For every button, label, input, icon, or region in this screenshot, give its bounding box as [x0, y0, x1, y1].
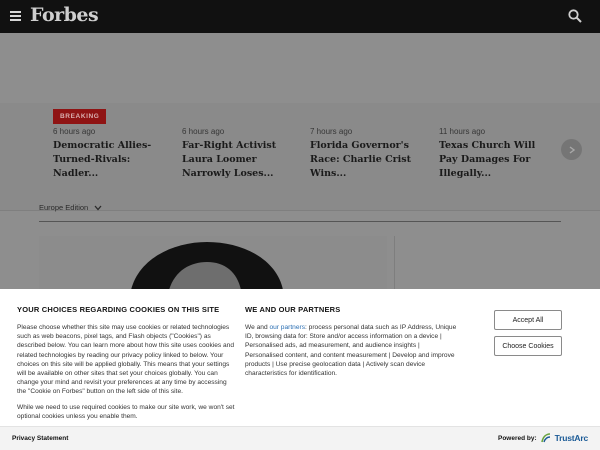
trustarc-label[interactable]: TrustArc — [555, 433, 589, 443]
forbes-logo[interactable]: Forbes — [30, 4, 99, 26]
partners-prefix: We and — [245, 324, 270, 331]
story-headline[interactable]: Far-Right Activist Laura Loomer Narrowly… — [182, 139, 300, 181]
breaking-story[interactable]: 6 hours ago Far-Right Activist Laura Loo… — [182, 127, 300, 181]
breaking-story[interactable]: 11 hours ago Texas Church Will Pay Damag… — [439, 127, 551, 181]
privacy-statement-link[interactable]: Privacy Statement — [12, 435, 68, 442]
hamburger-menu-icon[interactable] — [10, 11, 21, 21]
breaking-story[interactable]: 6 hours ago Democratic Allies-Turned-Riv… — [53, 127, 171, 181]
story-headline[interactable]: Florida Governor's Race: Charlie Crist W… — [310, 139, 428, 181]
carousel-next-button[interactable] — [561, 139, 582, 160]
chevron-down-icon — [94, 205, 102, 210]
story-time: 6 hours ago — [53, 127, 96, 136]
hero-image[interactable] — [39, 236, 387, 290]
cookie-choices-text: Please choose whether this site may use … — [17, 324, 234, 396]
partners-body: : process personal data such as IP Addre… — [245, 324, 457, 378]
edition-label: Europe Edition — [39, 203, 89, 212]
cookie-footer: Privacy Statement Powered by: TrustArc — [0, 426, 600, 450]
our-partners-link[interactable]: our partners — [269, 324, 305, 331]
story-headline[interactable]: Texas Church Will Pay Damages For Illega… — [439, 139, 551, 181]
edition-selector[interactable]: Europe Edition — [39, 203, 102, 212]
top-nav-bar: Forbes — [0, 0, 600, 33]
chevron-right-icon — [569, 145, 575, 154]
story-headline[interactable]: Democratic Allies-Turned-Rivals: Nadler.… — [53, 139, 171, 181]
story-time: 6 hours ago — [182, 127, 225, 136]
ad-placeholder — [0, 33, 600, 103]
accept-all-button[interactable]: Accept All — [494, 310, 562, 330]
partners-title: WE AND OUR PARTNERS — [245, 305, 341, 314]
trustarc-logo-icon — [540, 433, 550, 443]
cookie-consent-banner: YOUR CHOICES REGARDING COOKIES ON THIS S… — [0, 289, 600, 450]
cookie-required-text: While we need to use required cookies to… — [17, 404, 235, 421]
search-icon[interactable] — [568, 9, 582, 23]
powered-by: Powered by: TrustArc — [498, 433, 588, 443]
story-time: 7 hours ago — [310, 127, 353, 136]
story-time: 11 hours ago — [439, 127, 486, 136]
breaking-badge: BREAKING — [53, 109, 107, 124]
powered-by-label: Powered by: — [497, 434, 537, 442]
cookie-choices-title: YOUR CHOICES REGARDING COOKIES ON THIS S… — [17, 305, 220, 314]
choose-cookies-button[interactable]: Choose Cookies — [494, 336, 562, 356]
section-divider — [39, 221, 561, 222]
column-divider — [394, 236, 395, 290]
breaking-story[interactable]: 7 hours ago Florida Governor's Race: Cha… — [310, 127, 428, 181]
partners-text: We and our partners: process personal da… — [245, 323, 459, 378]
